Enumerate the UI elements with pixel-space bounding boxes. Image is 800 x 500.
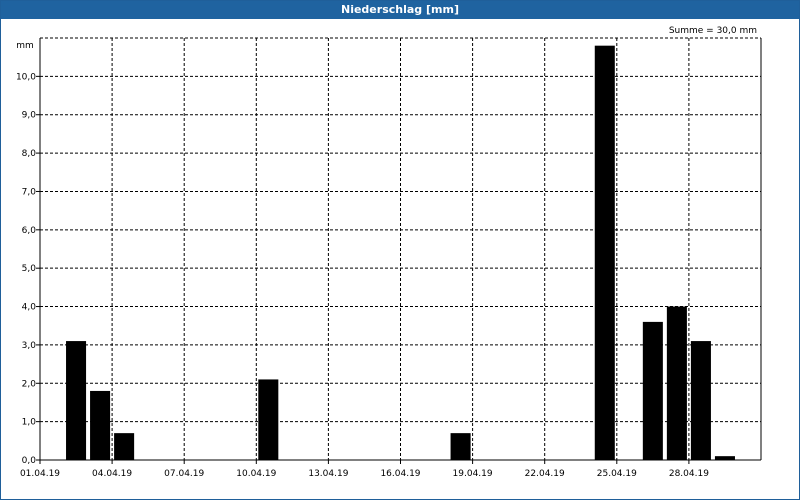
y-tick-label: 2,0 xyxy=(22,379,37,389)
bar-chart: 0,0 1,0 2,0 3,0 4,0 5,0 6,0 7,0 8,0 9,0 10,0 01.04.… xyxy=(16,37,762,479)
x-tick-label: 25.04.19 xyxy=(597,469,637,479)
bar xyxy=(450,433,471,460)
x-tick-label: 10.04.19 xyxy=(236,469,276,479)
y-tick-label: 1,0 xyxy=(22,418,37,428)
x-tick-label: 01.04.19 xyxy=(20,469,60,479)
x-tick-label: 28.04.19 xyxy=(669,469,709,479)
x-tick-label: 04.04.19 xyxy=(92,469,132,479)
bars xyxy=(66,45,735,460)
bar xyxy=(258,379,279,460)
bar xyxy=(666,306,687,460)
y-tick-label: 7,0 xyxy=(22,187,37,197)
bar xyxy=(594,45,615,460)
x-tick-label: 19.04.19 xyxy=(453,469,493,479)
y-tick-label: 6,0 xyxy=(22,226,37,236)
y-axis-label: mm xyxy=(16,41,34,51)
y-tick-label: 0,0 xyxy=(22,456,37,466)
bar xyxy=(690,341,711,460)
bar xyxy=(90,390,111,460)
y-tick-label: 10,0 xyxy=(16,72,36,82)
x-tick-label: 13.04.19 xyxy=(308,469,348,479)
bar xyxy=(114,433,135,460)
bar xyxy=(714,456,735,460)
y-tick-label: 5,0 xyxy=(22,264,37,274)
y-tick-label: 3,0 xyxy=(22,341,37,351)
y-tick-label: 9,0 xyxy=(22,111,37,121)
x-tick-label: 16.04.19 xyxy=(380,469,420,479)
x-tick-label: 22.04.19 xyxy=(525,469,565,479)
y-tick-label: 8,0 xyxy=(22,149,37,159)
y-tick-label: 4,0 xyxy=(22,303,37,313)
bar xyxy=(66,341,87,460)
bar xyxy=(642,321,663,460)
x-tick-label: 07.04.19 xyxy=(164,469,204,479)
